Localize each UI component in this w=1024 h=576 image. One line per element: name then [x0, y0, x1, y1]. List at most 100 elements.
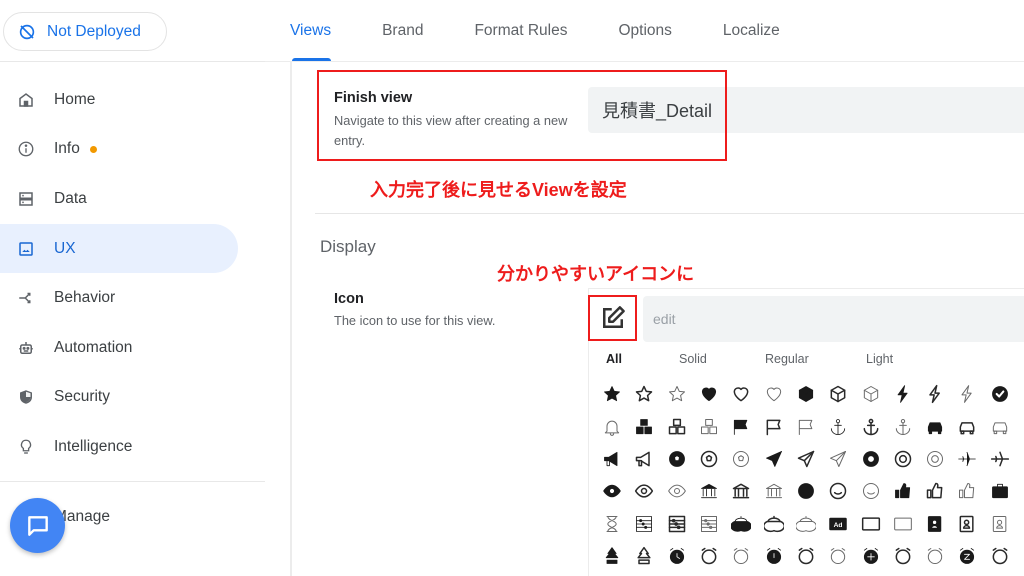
sidebar-item-automation[interactable]: Automation	[0, 323, 238, 373]
abacus-solid-icon[interactable]	[628, 508, 660, 540]
bolt-light-icon[interactable]	[951, 378, 983, 410]
smile-regular-icon[interactable]	[822, 475, 854, 507]
sidebar-item-info[interactable]: Info	[0, 125, 238, 175]
sidebar-item-security[interactable]: Security	[0, 373, 238, 423]
tab-brand[interactable]: Brand	[382, 0, 423, 61]
cube-regular-icon[interactable]	[822, 378, 854, 410]
tab-views[interactable]: Views	[290, 0, 332, 61]
eye-regular-icon[interactable]	[628, 475, 660, 507]
university-solid-icon[interactable]	[693, 475, 725, 507]
smile-light-icon[interactable]	[854, 475, 886, 507]
cubes-solid-icon[interactable]	[628, 410, 660, 442]
bell-light-icon[interactable]	[596, 410, 628, 442]
alarm-clock-regular-icon[interactable]	[693, 540, 725, 572]
svg-text:Ad: Ad	[898, 522, 907, 529]
life-ring-solid-icon[interactable]	[854, 443, 886, 475]
selected-icon-preview[interactable]	[588, 295, 637, 341]
hourglass-light-icon[interactable]	[596, 508, 628, 540]
bolt-regular-icon[interactable]	[919, 378, 951, 410]
alarm-plus-light-icon[interactable]	[919, 540, 951, 572]
futbol-solid-icon[interactable]	[661, 443, 693, 475]
alarm-clock-solid-icon[interactable]	[661, 540, 693, 572]
anchor-light-icon[interactable]	[887, 410, 919, 442]
university-regular-icon[interactable]	[725, 475, 757, 507]
tree-solid-icon[interactable]	[596, 540, 628, 572]
chat-fab-button[interactable]	[10, 498, 65, 553]
heart-solid-icon[interactable]	[693, 378, 725, 410]
smile-solid-icon[interactable]	[790, 475, 822, 507]
cube-solid-icon[interactable]	[790, 378, 822, 410]
tree-regular-icon[interactable]	[628, 540, 660, 572]
futbol-light-icon[interactable]	[725, 443, 757, 475]
abacus-light-icon[interactable]	[693, 508, 725, 540]
alarm-exclamation-solid-icon[interactable]	[757, 540, 789, 572]
ad-light-icon[interactable]: Ad	[887, 508, 919, 540]
sidebar-item-behavior[interactable]: Behavior	[0, 273, 238, 323]
star-solid-icon[interactable]	[596, 378, 628, 410]
flag-solid-icon[interactable]	[725, 410, 757, 442]
cubes-light-icon[interactable]	[693, 410, 725, 442]
car-solid-icon[interactable]	[919, 410, 951, 442]
thumbs-up-regular-icon[interactable]	[919, 475, 951, 507]
tab-format-rules[interactable]: Format Rules	[474, 0, 567, 61]
paper-plane-light-icon[interactable]	[822, 443, 854, 475]
bolt-solid-icon[interactable]	[887, 378, 919, 410]
acorn-solid-icon[interactable]	[725, 508, 757, 540]
sidebar-item-home[interactable]: Home	[0, 75, 238, 125]
futbol-regular-icon[interactable]	[693, 443, 725, 475]
alarm-exclamation-light-icon[interactable]	[822, 540, 854, 572]
alarm-exclamation-regular-icon[interactable]	[790, 540, 822, 572]
abacus-regular-icon[interactable]	[661, 508, 693, 540]
alarm-clock-light-icon[interactable]	[725, 540, 757, 572]
sidebar-item-data[interactable]: Data	[0, 174, 238, 224]
life-ring-regular-icon[interactable]	[887, 443, 919, 475]
flag-regular-icon[interactable]	[757, 410, 789, 442]
paper-plane-regular-icon[interactable]	[790, 443, 822, 475]
cube-light-icon[interactable]	[854, 378, 886, 410]
sidebar-item-intelligence[interactable]: Intelligence	[0, 422, 238, 472]
filter-tab-light[interactable]: Light	[866, 352, 893, 366]
car-light-icon[interactable]	[984, 410, 1016, 442]
thumbs-up-solid-icon[interactable]	[887, 475, 919, 507]
address-book-regular-icon[interactable]	[951, 508, 983, 540]
alarm-plus-solid-icon[interactable]	[854, 540, 886, 572]
star-light-icon[interactable]	[661, 378, 693, 410]
filter-tab-solid[interactable]: Solid	[679, 352, 765, 366]
university-light-icon[interactable]	[757, 475, 789, 507]
check-circle-solid-icon[interactable]	[984, 378, 1016, 410]
plane-solid-icon[interactable]	[951, 443, 983, 475]
heart-light-icon[interactable]	[757, 378, 789, 410]
tab-localize[interactable]: Localize	[723, 0, 780, 61]
tab-options[interactable]: Options	[618, 0, 671, 61]
deploy-status-button[interactable]: Not Deployed	[3, 12, 167, 51]
address-book-solid-icon[interactable]	[919, 508, 951, 540]
icon-search-input[interactable]	[643, 296, 1024, 342]
eye-solid-icon[interactable]	[596, 475, 628, 507]
megaphone-regular-icon[interactable]	[628, 443, 660, 475]
filter-tab-all[interactable]: All	[606, 352, 679, 366]
sidebar-item-ux[interactable]: UX	[0, 223, 238, 274]
star-regular-icon[interactable]	[628, 378, 660, 410]
flag-light-icon[interactable]	[790, 410, 822, 442]
megaphone-solid-icon[interactable]	[596, 443, 628, 475]
cubes-regular-icon[interactable]	[661, 410, 693, 442]
eye-light-icon[interactable]	[661, 475, 693, 507]
alarm-plus-regular-icon[interactable]	[887, 540, 919, 572]
acorn-light-icon[interactable]	[790, 508, 822, 540]
suitcase-solid-icon[interactable]	[984, 475, 1016, 507]
heart-regular-icon[interactable]	[725, 378, 757, 410]
alarm-snooze-regular-icon[interactable]	[984, 540, 1016, 572]
car-regular-icon[interactable]	[951, 410, 983, 442]
address-book-light-icon[interactable]	[984, 508, 1016, 540]
life-ring-light-icon[interactable]	[919, 443, 951, 475]
paper-plane-solid-icon[interactable]	[757, 443, 789, 475]
acorn-regular-icon[interactable]	[757, 508, 789, 540]
filter-tab-regular[interactable]: Regular	[765, 352, 866, 366]
thumbs-up-light-icon[interactable]	[951, 475, 983, 507]
plane-regular-icon[interactable]	[984, 443, 1016, 475]
alarm-snooze-solid-icon[interactable]	[951, 540, 983, 572]
anchor-solid-icon[interactable]	[822, 410, 854, 442]
ad-solid-icon[interactable]: Ad	[822, 508, 854, 540]
ad-regular-icon[interactable]: Ad	[854, 508, 886, 540]
anchor-regular-icon[interactable]	[854, 410, 886, 442]
